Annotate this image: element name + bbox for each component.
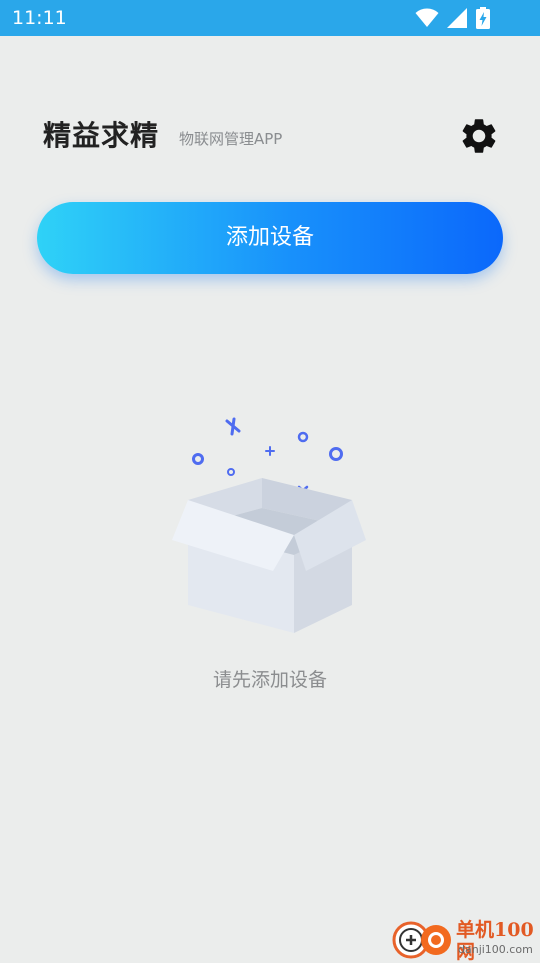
app-title: 精益求精	[43, 119, 160, 152]
empty-box-illustration	[160, 400, 380, 650]
empty-state-message: 请先添加设备	[212, 669, 327, 691]
status-bar: 11:11	[0, 0, 540, 36]
site-logo-icon	[392, 921, 451, 959]
watermark-url: danji100.com	[458, 943, 533, 956]
settings-button[interactable]	[458, 115, 500, 157]
watermark: 单机100网 danji100.com	[388, 912, 540, 963]
gear-icon	[462, 119, 496, 153]
battery-charging-icon	[476, 7, 490, 29]
cell-signal-icon	[447, 8, 467, 28]
add-device-button[interactable]: 添加设备	[37, 202, 503, 274]
status-time: 11:11	[12, 7, 67, 29]
open-box-icon	[172, 417, 366, 633]
wifi-icon	[415, 8, 439, 27]
app-subtitle: 物联网管理APP	[179, 130, 283, 148]
